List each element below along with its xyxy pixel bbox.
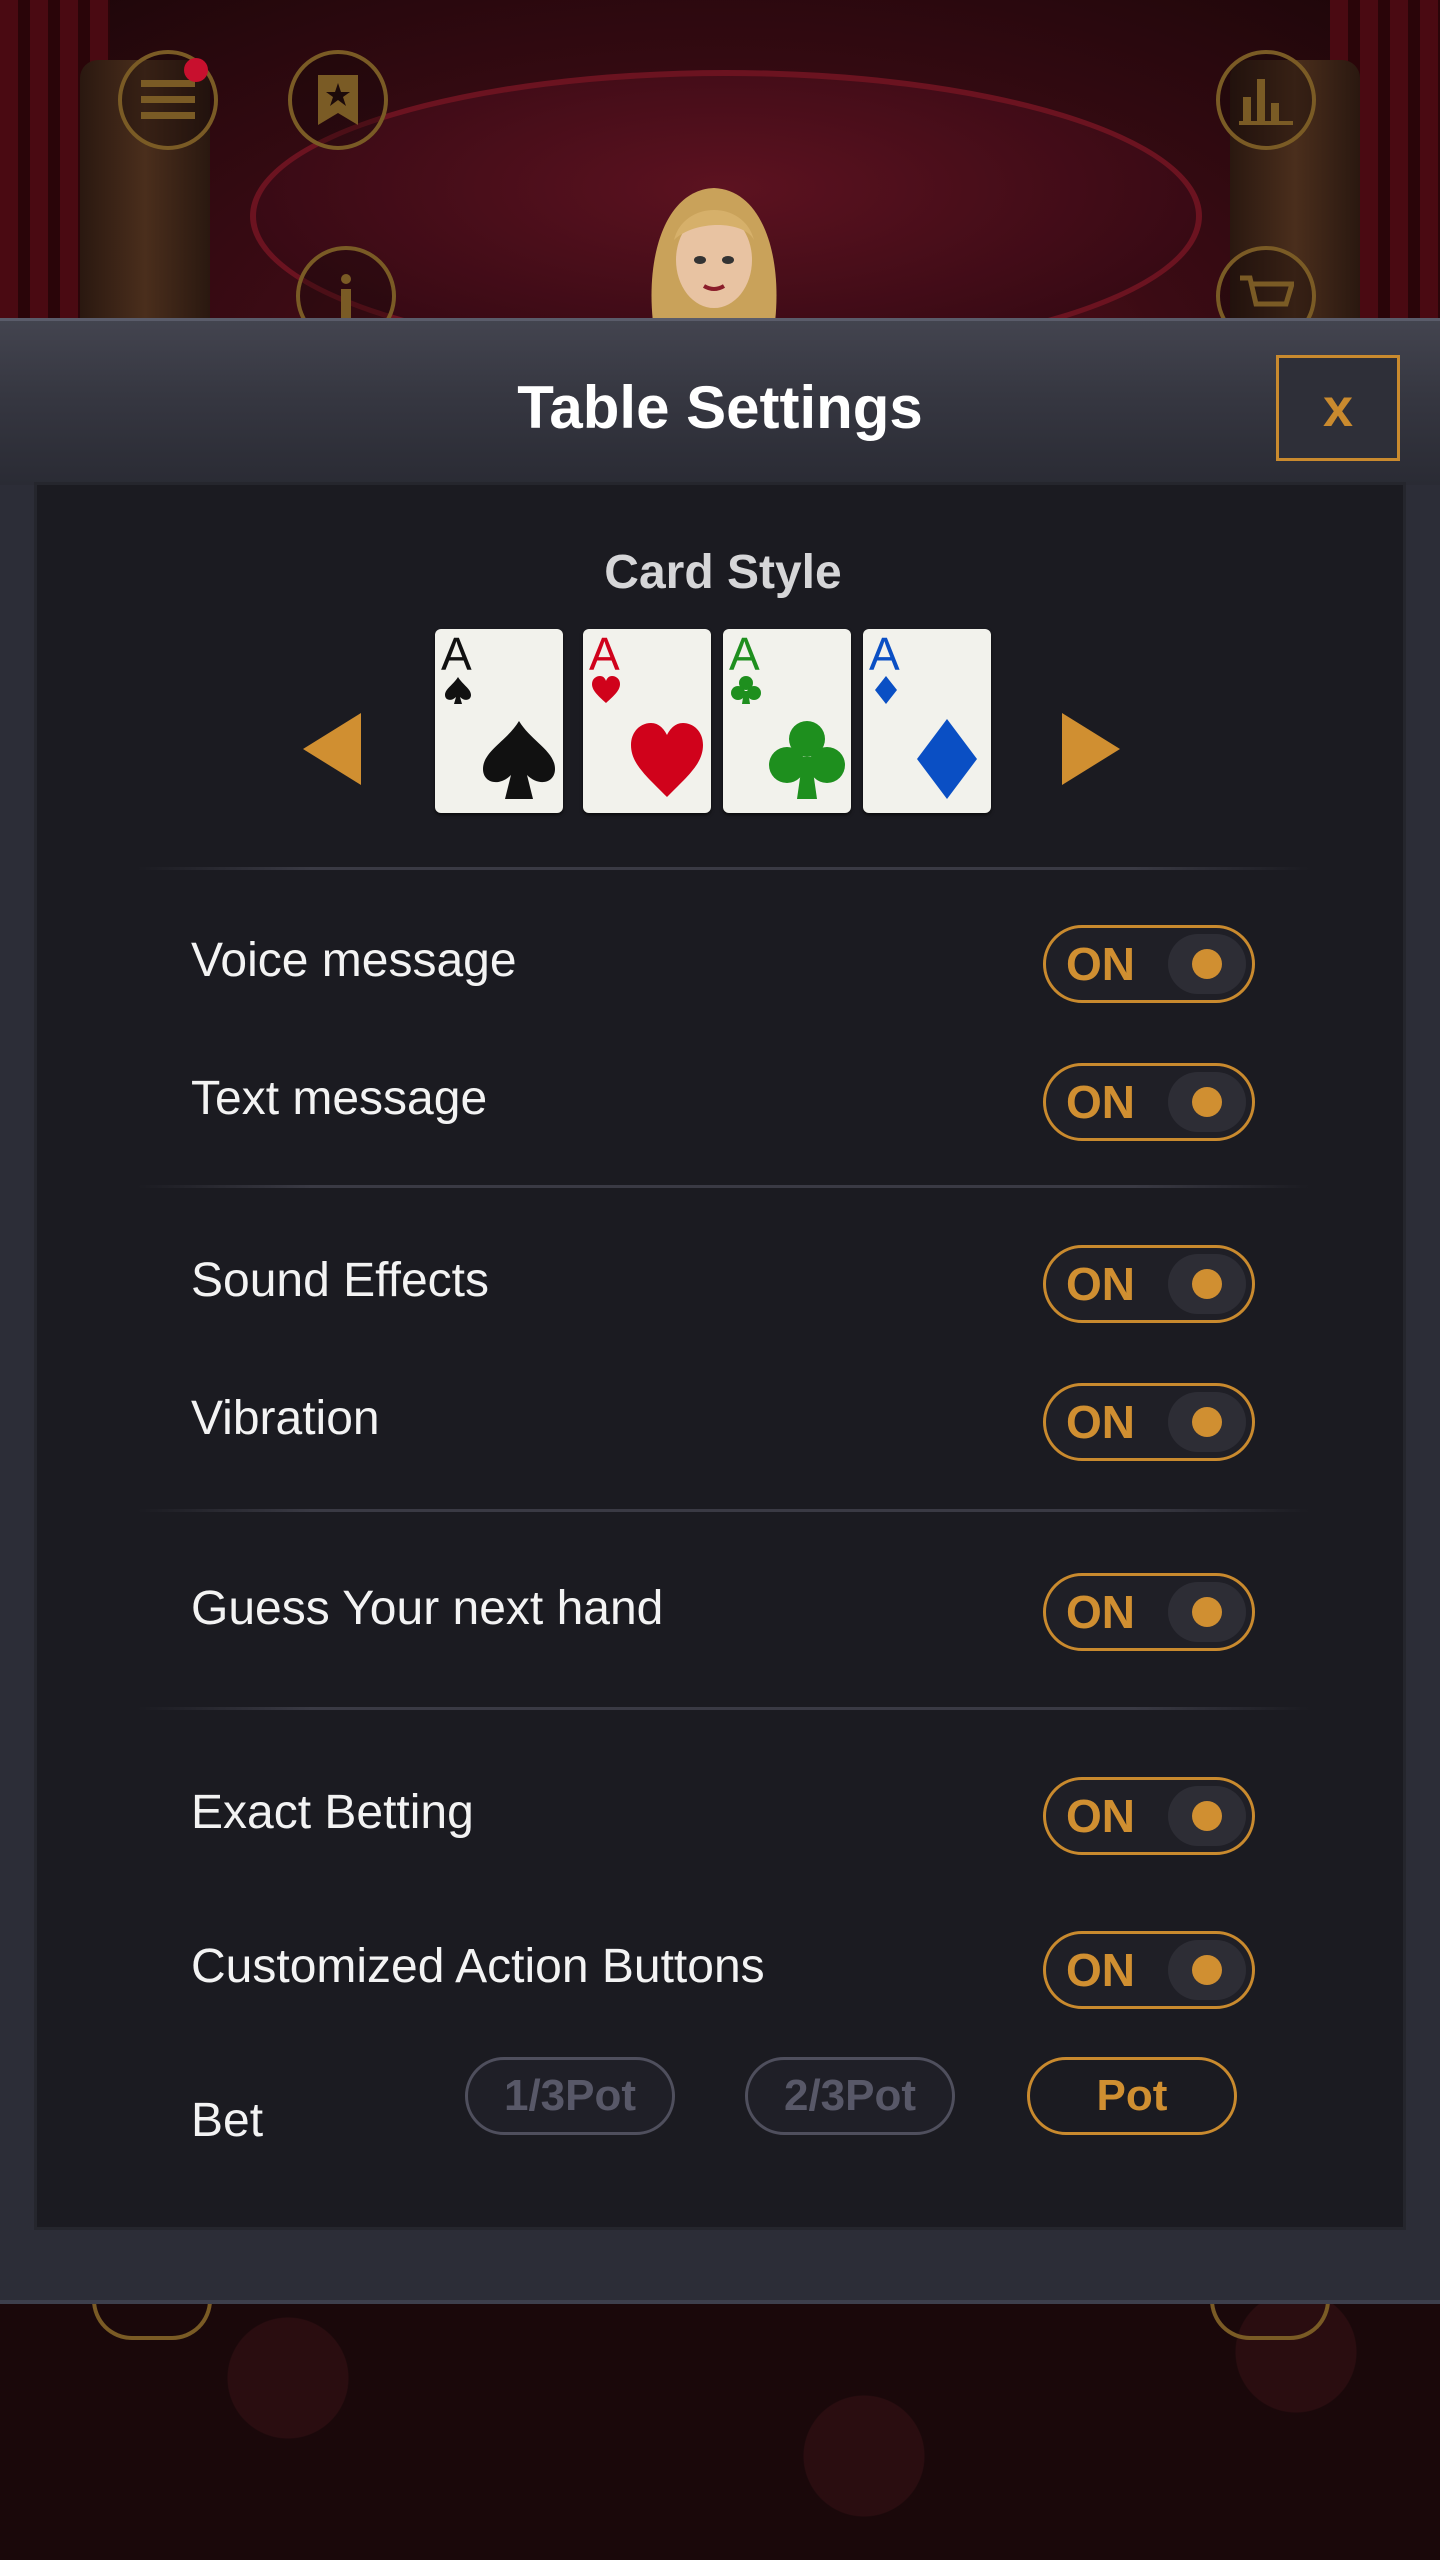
table-settings-modal: Table Settings x Card Style A A A A Voic… — [0, 318, 1440, 2304]
toggle-track — [1168, 1940, 1246, 2000]
toggle-knob — [1192, 1269, 1222, 1299]
voice-message-toggle[interactable]: ON — [1043, 925, 1255, 1003]
toggle-track — [1168, 1392, 1246, 1452]
exact-betting-label: Exact Betting — [191, 1786, 474, 1839]
toggle-state: ON — [1066, 1586, 1135, 1638]
text-message-toggle[interactable]: ON — [1043, 1063, 1255, 1141]
card-ace-spades: A — [435, 629, 563, 813]
toggle-state: ON — [1066, 1790, 1135, 1842]
customized-action-buttons-label: Customized Action Buttons — [191, 1940, 765, 1993]
toggle-track — [1168, 1072, 1246, 1132]
card-style-preview: A A A A — [435, 629, 995, 815]
bookmark-star-icon — [318, 75, 358, 125]
card-rank: A — [869, 628, 900, 680]
heart-icon — [631, 723, 703, 797]
modal-title: Table Settings — [517, 374, 923, 441]
sound-effects-toggle[interactable]: ON — [1043, 1245, 1255, 1323]
card-rank: A — [729, 628, 760, 680]
card-style-prev-arrow-icon[interactable] — [303, 713, 361, 785]
info-icon — [341, 274, 351, 319]
settings-panel: Card Style A A A A Voice message ON Text… — [34, 482, 1406, 2230]
card-ace-clubs: A — [723, 629, 851, 813]
toggle-track — [1168, 934, 1246, 994]
card-style-next-arrow-icon[interactable] — [1062, 713, 1120, 785]
toggle-state: ON — [1066, 1076, 1135, 1128]
guess-next-hand-label: Guess Your next hand — [191, 1582, 664, 1635]
heart-icon — [592, 676, 620, 703]
text-message-label: Text message — [191, 1072, 488, 1125]
dealer-avatar — [651, 188, 777, 320]
diamond-icon — [875, 676, 897, 704]
toggle-knob — [1192, 1597, 1222, 1627]
card-rank: A — [589, 628, 620, 680]
spade-icon — [483, 721, 555, 799]
bar-chart-icon — [1239, 79, 1293, 125]
bet-one-third-pot-button[interactable]: 1/3Pot — [465, 2057, 675, 2135]
bookmark-button[interactable] — [288, 50, 388, 150]
diamond-icon — [917, 719, 977, 799]
spade-icon — [445, 677, 471, 704]
toggle-state: ON — [1066, 1396, 1135, 1448]
vibration-label: Vibration — [191, 1392, 380, 1445]
divider — [137, 1185, 1309, 1188]
card-ace-hearts: A — [583, 629, 711, 813]
card-style-title: Card Style — [604, 546, 842, 599]
toggle-state: ON — [1066, 1944, 1135, 1996]
toggle-track — [1168, 1786, 1246, 1846]
bet-pot-button[interactable]: Pot — [1027, 2057, 1237, 2135]
divider — [137, 1707, 1309, 1710]
toggle-knob — [1192, 1955, 1222, 1985]
sound-effects-label: Sound Effects — [191, 1254, 489, 1307]
floor-pattern — [0, 2300, 1440, 2560]
exact-betting-toggle[interactable]: ON — [1043, 1777, 1255, 1855]
game-table-background — [0, 0, 1440, 320]
bet-label: Bet — [191, 2094, 264, 2147]
voice-message-label: Voice message — [191, 934, 517, 987]
notification-dot — [184, 58, 208, 82]
vibration-toggle[interactable]: ON — [1043, 1383, 1255, 1461]
divider — [137, 1509, 1309, 1512]
close-button[interactable]: x — [1276, 355, 1400, 461]
menu-icon — [141, 80, 195, 119]
menu-button[interactable] — [118, 50, 218, 150]
card-rank: A — [441, 628, 472, 680]
shopping-cart-icon — [1240, 275, 1294, 307]
toggle-knob — [1192, 1801, 1222, 1831]
modal-header: Table Settings x — [0, 318, 1440, 485]
toggle-knob — [1192, 1407, 1222, 1437]
toggle-state: ON — [1066, 1258, 1135, 1310]
card-ace-diamonds: A — [863, 629, 991, 813]
toggle-knob — [1192, 1087, 1222, 1117]
club-icon — [769, 721, 845, 799]
toggle-track — [1168, 1254, 1246, 1314]
bet-two-thirds-pot-button[interactable]: 2/3Pot — [745, 2057, 955, 2135]
stats-button[interactable] — [1216, 50, 1316, 150]
divider — [137, 867, 1309, 870]
club-icon — [731, 676, 761, 704]
toggle-state: ON — [1066, 938, 1135, 990]
guess-next-hand-toggle[interactable]: ON — [1043, 1573, 1255, 1651]
toggle-knob — [1192, 949, 1222, 979]
customized-action-buttons-toggle[interactable]: ON — [1043, 1931, 1255, 2009]
toggle-track — [1168, 1582, 1246, 1642]
